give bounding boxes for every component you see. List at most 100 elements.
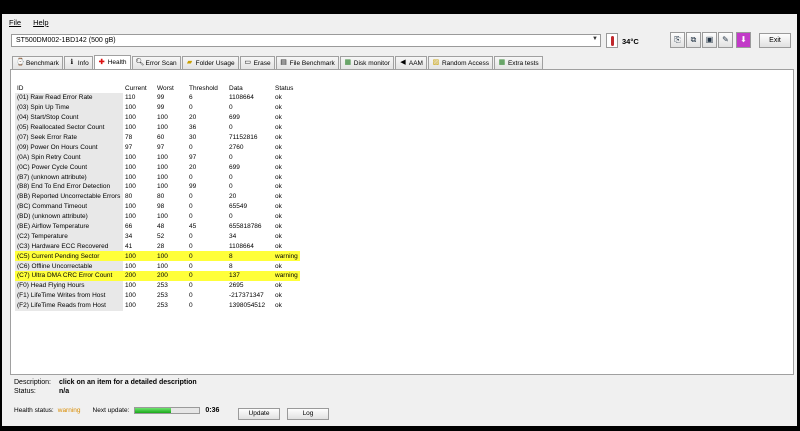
table-row[interactable]: (04) Start/Stop Count 100 100 20 699 ok xyxy=(15,112,300,123)
tab-health[interactable]: ✚ Health xyxy=(93,55,131,69)
table-row[interactable]: (BE) Airflow Temperature 66 48 45 655818786 o… xyxy=(15,221,300,232)
cell-worst: 80 xyxy=(157,193,165,201)
tab-file-benchmark[interactable]: ▤ File Benchmark xyxy=(275,56,339,69)
cell-worst: 100 xyxy=(157,213,168,221)
copy-text-button[interactable]: ⎘ xyxy=(670,32,685,48)
tab-disk-monitor[interactable]: ▦ Disk monitor xyxy=(339,56,394,69)
tab-erase[interactable]: ▭ Erase xyxy=(239,56,275,69)
tab-info-label: Info xyxy=(77,59,89,67)
cell-threshold: 6 xyxy=(189,94,193,102)
cell-id: (09) Power On Hours Count xyxy=(15,142,123,153)
cell-data: 20 xyxy=(229,193,237,201)
cell-status: warning xyxy=(273,271,300,281)
cell-id: (C2) Temperature xyxy=(15,231,123,242)
cell-worst: 253 xyxy=(157,282,168,290)
copy-screenshot-button[interactable]: ⧉ xyxy=(686,32,701,48)
table-row[interactable]: (C2) Temperature 34 52 0 34 ok xyxy=(15,231,300,242)
cell-data: 0 xyxy=(229,213,233,221)
tab-info[interactable]: ℹ Info xyxy=(63,56,93,69)
menu-file[interactable]: File xyxy=(9,18,21,27)
col-id[interactable]: ID xyxy=(15,84,123,93)
cell-current: 100 xyxy=(125,282,136,290)
table-row[interactable]: (03) Spin Up Time 100 99 0 0 ok xyxy=(15,102,300,113)
table-row[interactable]: (F0) Head Flying Hours 100 253 0 2695 ok xyxy=(15,280,300,291)
status-value: n/a xyxy=(59,388,70,395)
tab-extra-tests-label: Extra tests xyxy=(507,59,539,67)
cell-status: ok xyxy=(275,153,282,161)
tab-aam[interactable]: ◀ AAM xyxy=(394,56,427,69)
cell-threshold: 20 xyxy=(189,163,197,171)
cell-current: 100 xyxy=(123,251,155,262)
tab-error-scan-label: Error Scan xyxy=(145,59,177,67)
col-worst[interactable]: Worst xyxy=(155,84,187,93)
tab-folder-usage[interactable]: ▰ Folder Usage xyxy=(181,56,239,69)
options-button[interactable]: ✎ xyxy=(718,32,733,48)
health-panel: ID Current Worst Threshold Data Status (… xyxy=(10,69,794,375)
exit-button[interactable]: Exit xyxy=(759,33,791,48)
health-status-value: warning xyxy=(57,407,81,414)
cell-status: ok xyxy=(275,232,282,240)
col-threshold[interactable]: Threshold xyxy=(187,84,227,93)
table-row[interactable]: (C3) Hardware ECC Recovered 41 28 0 1108664 o… xyxy=(15,241,300,252)
table-row[interactable]: (C6) Offline Uncorrectable 100 100 0 8 ok xyxy=(15,261,300,272)
options-icon: ✎ xyxy=(722,35,729,44)
cell-status: ok xyxy=(275,302,282,310)
drive-select[interactable]: ST500DM002-1BD142 (500 gB) ▼ xyxy=(11,34,601,47)
table-row[interactable]: (F1) LifeTime Writes from Host 100 253 0 -21… xyxy=(15,290,300,301)
table-row[interactable]: (0C) Power Cycle Count 100 100 20 699 ok xyxy=(15,162,300,173)
cell-threshold: 0 xyxy=(189,213,193,221)
cell-status: ok xyxy=(275,163,282,171)
log-button[interactable]: Log xyxy=(287,408,329,420)
cell-worst: 52 xyxy=(157,232,165,240)
cell-id: (B7) (unknown attribute) xyxy=(15,172,123,183)
cell-current: 100 xyxy=(125,114,136,122)
cell-data: 699 xyxy=(229,163,240,171)
cell-data: 0 xyxy=(229,153,233,161)
cell-worst: 200 xyxy=(155,271,187,281)
tab-error-scan[interactable]: 🔍︎ Error Scan xyxy=(131,56,181,69)
table-row[interactable]: (B7) (unknown attribute) 100 100 0 0 ok xyxy=(15,172,300,183)
table-row[interactable]: (BD) (unknown attribute) 100 100 0 0 ok xyxy=(15,211,300,222)
table-row[interactable]: (BB) Reported Uncorrectable Errors 80 80 0 2… xyxy=(15,191,300,202)
random-access-icon: ▨ xyxy=(432,59,440,66)
tab-benchmark[interactable]: ⌚ Benchmark xyxy=(12,56,63,69)
cell-current: 100 xyxy=(125,104,136,112)
menu-help-label: Help xyxy=(33,18,49,27)
monitor-icon: ▦ xyxy=(344,59,352,66)
table-row[interactable]: (C5) Current Pending Sector 100 100 0 8 warni… xyxy=(15,251,300,262)
table-row[interactable]: (07) Seek Error Rate 78 60 30 71152816 ok xyxy=(15,132,300,143)
tab-bar: ⌚ Benchmark ℹ Info ✚ Health 🔍︎ Error Scan ▰ F… xyxy=(12,55,544,69)
tab-extra-tests[interactable]: ▦ Extra tests xyxy=(493,56,543,69)
description-area: Description: click on an item for a detai… xyxy=(14,378,197,396)
file-icon: ▤ xyxy=(280,59,287,66)
tab-random-access[interactable]: ▨ Random Access xyxy=(427,56,493,69)
update-button[interactable]: Update xyxy=(238,408,280,420)
menu-help[interactable]: Help xyxy=(33,18,48,27)
table-row[interactable]: (C7) Ultra DMA CRC Error Count 200 200 0 137… xyxy=(15,271,300,281)
cell-status: ok xyxy=(275,282,282,290)
cell-threshold: 0 xyxy=(187,271,227,281)
col-status[interactable]: Status xyxy=(273,84,300,93)
table-row[interactable]: (B8) End To End Error Detection 100 100 99 0… xyxy=(15,182,300,192)
cell-current: 100 xyxy=(125,213,136,221)
table-row[interactable]: (F2) LifeTime Reads from Host 100 253 0 1398… xyxy=(15,300,300,311)
extra-tests-icon: ▦ xyxy=(498,59,506,66)
cell-current: 100 xyxy=(125,163,136,171)
cell-id: (05) Reallocated Sector Count xyxy=(15,122,123,133)
table-row[interactable]: (BC) Command Timeout 100 98 0 65549 ok xyxy=(15,201,300,212)
cell-threshold: 0 xyxy=(189,203,193,211)
download-button[interactable]: ⬇ xyxy=(736,32,751,48)
table-row[interactable]: (0A) Spin Retry Count 100 100 97 0 ok xyxy=(15,152,300,163)
cell-threshold: 20 xyxy=(189,114,197,122)
col-data[interactable]: Data xyxy=(227,84,273,93)
cell-current: 100 xyxy=(125,183,136,191)
cell-id: (F0) Head Flying Hours xyxy=(15,280,123,291)
cell-current: 100 xyxy=(125,124,136,132)
table-row[interactable]: (09) Power On Hours Count 97 97 0 2760 ok xyxy=(15,142,300,153)
cell-worst: 99 xyxy=(157,94,165,102)
col-current[interactable]: Current xyxy=(123,84,155,93)
save-button[interactable]: ▣ xyxy=(702,32,717,48)
table-row[interactable]: (05) Reallocated Sector Count 100 100 36 0 ok xyxy=(15,122,300,133)
table-row[interactable]: (01) Raw Read Error Rate 110 99 6 1108664 ok xyxy=(15,93,300,103)
cell-id: (04) Start/Stop Count xyxy=(15,112,123,123)
